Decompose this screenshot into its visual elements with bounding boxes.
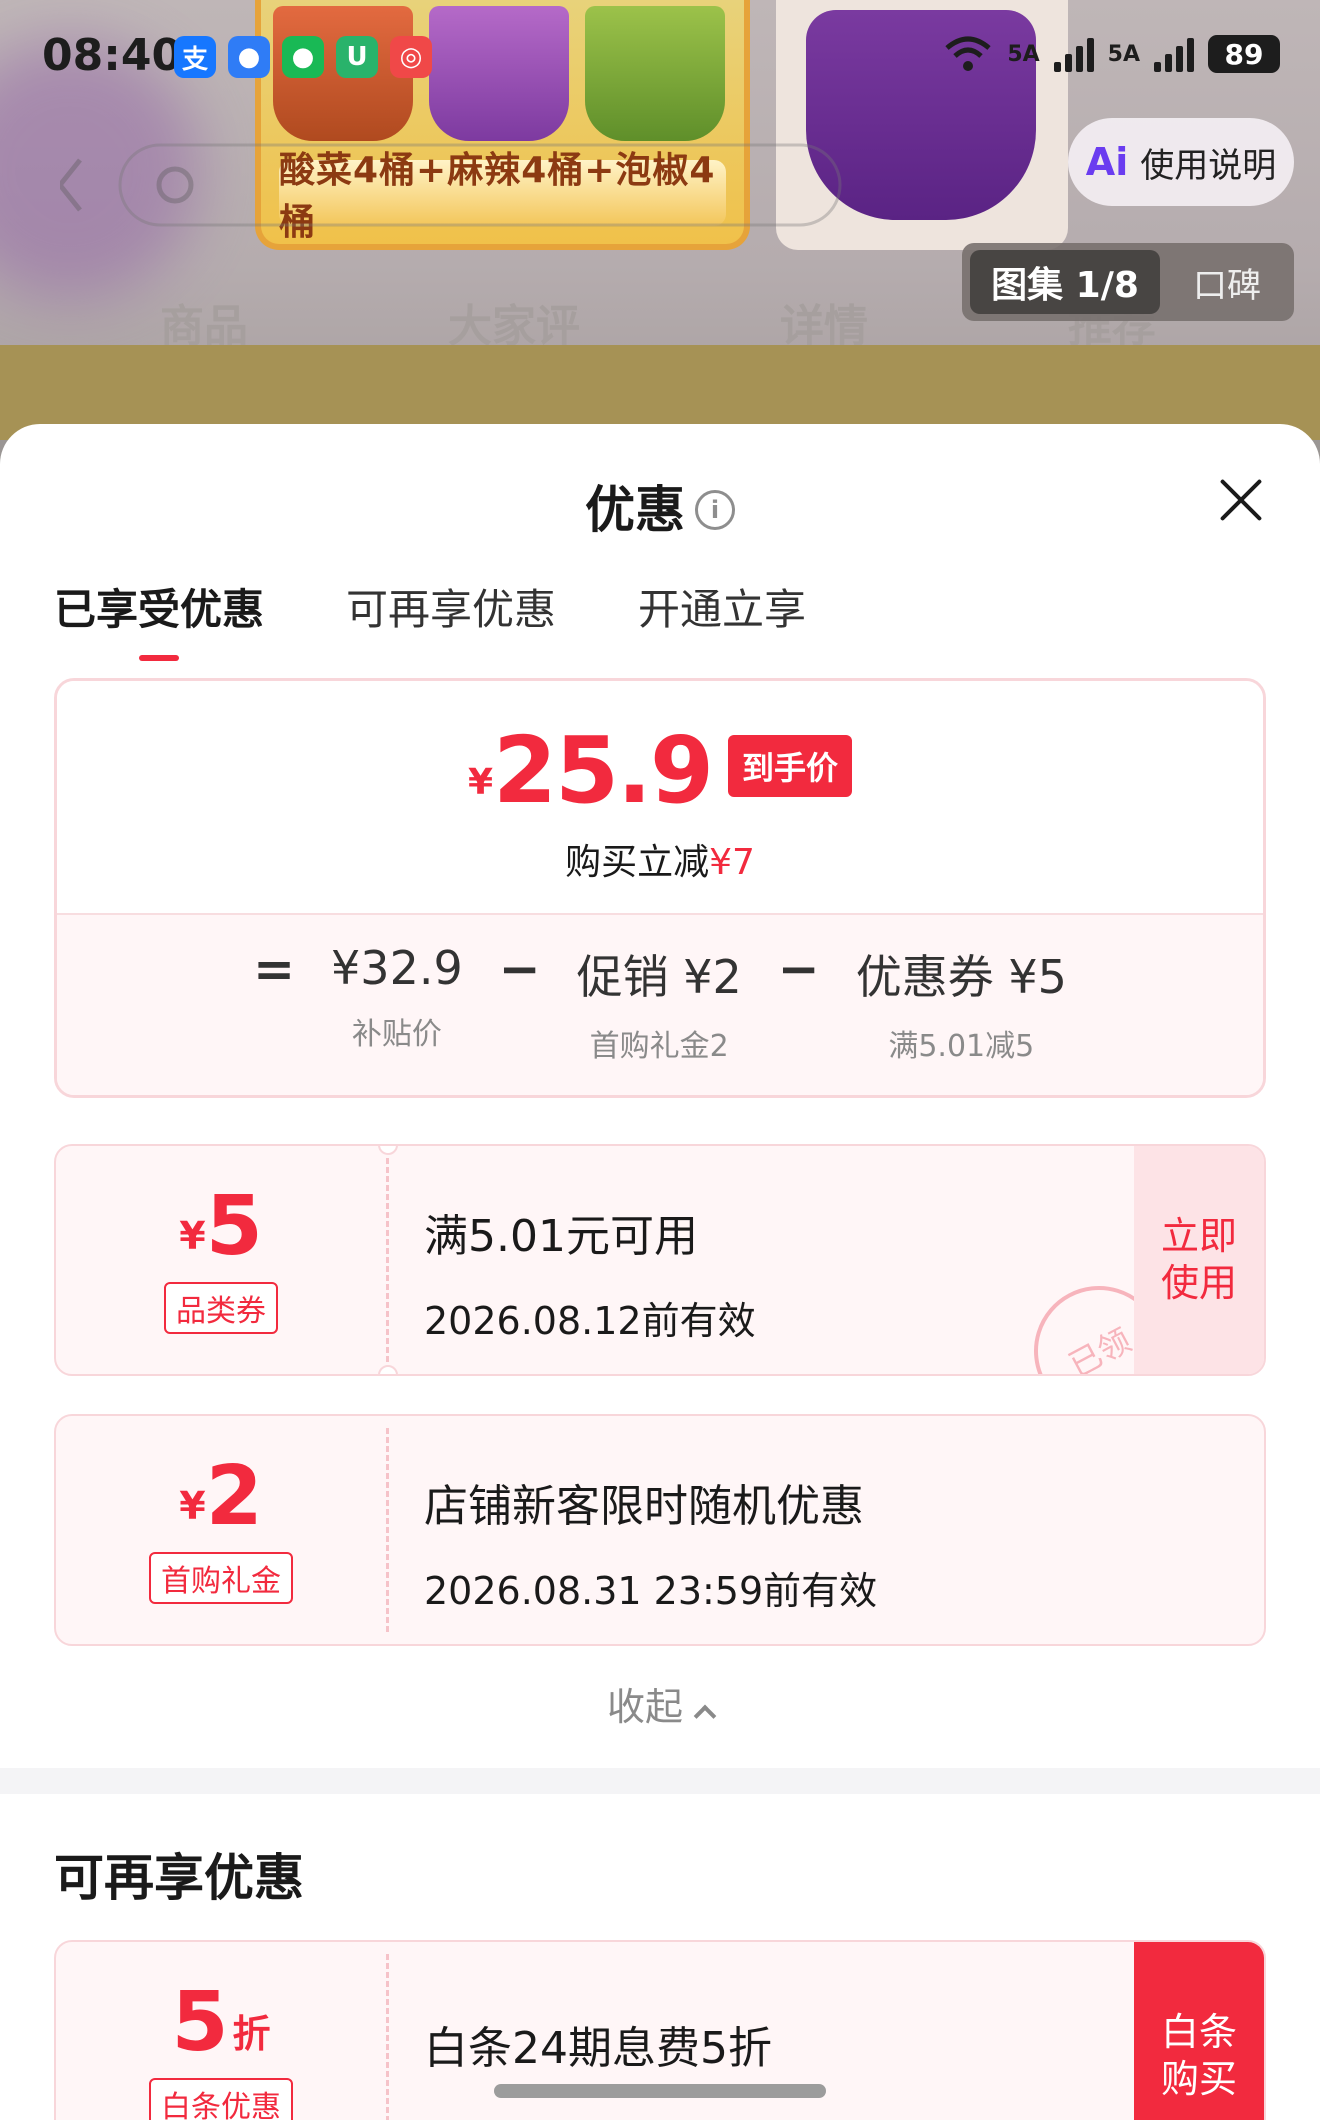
- final-price-area: ¥ 25.9 到手价 购买立减¥7: [57, 681, 1263, 913]
- collapse-label: 收起: [606, 1685, 683, 1729]
- gallery-tab[interactable]: 图集 1/8: [970, 250, 1160, 314]
- saving-amount: ¥7: [709, 842, 755, 883]
- signal-bars-icon: [1154, 36, 1194, 72]
- coupon-amount-value: 2: [205, 1449, 263, 1544]
- coupon-info: 白条24期息费5折: [424, 2012, 772, 2076]
- currency-symbol: ¥: [467, 762, 494, 803]
- coupon-divider: [386, 1428, 389, 1632]
- coupon-amount: ¥ 2: [179, 1456, 263, 1538]
- coupon-amount-area: ¥ 2 首购礼金: [56, 1416, 386, 1644]
- chevron-up-icon: [693, 1704, 717, 1728]
- subsidy-label: 补贴价: [351, 1017, 442, 1052]
- collapse-button[interactable]: 收起: [0, 1676, 1320, 1731]
- info-icon[interactable]: i: [695, 489, 735, 530]
- minus-sign: −: [777, 940, 820, 998]
- tab-enjoyed[interactable]: 已享受优惠: [54, 576, 264, 661]
- coupon-amount-area: ¥ 5 品类券: [56, 1146, 386, 1374]
- equals-sign: =: [253, 940, 296, 998]
- coupon-expiry: 2026.08.12前有效: [424, 1299, 756, 1343]
- price-breakdown: = ¥32.9 补贴价 − 促销 ¥2 首购礼金2 − 优惠券 ¥5 满5.01…: [57, 913, 1263, 1095]
- ai-icon: Ai: [1085, 140, 1129, 184]
- coupon-type-tag: 白条优惠: [149, 2078, 293, 2120]
- coupon-amount-area: 5 折 白条优惠: [56, 1942, 386, 2120]
- coupon-divider: [386, 1954, 389, 2120]
- baitiao-buy-button[interactable]: 白条 购买: [1134, 1942, 1264, 2120]
- first-purchase-gift-card: ¥ 2 首购礼金 店铺新客限时随机优惠 2026.08.31 23:59前有效: [54, 1414, 1266, 1646]
- subsidy-part: ¥32.9 补贴价: [331, 941, 463, 1053]
- price-summary-card: ¥ 25.9 到手价 购买立减¥7 = ¥32.9 补贴价 − 促销 ¥2 首购…: [54, 678, 1266, 1098]
- coupon-info: 满5.01元可用 2026.08.12前有效: [424, 1200, 756, 1345]
- subsidy-price: ¥32.9: [331, 941, 463, 995]
- discount-sheet: 优惠 i 已享受优惠 可再享优惠 开通立享 ¥ 25.9 到手价 购买立减¥7 =…: [0, 424, 1320, 2120]
- app-notification-icon: ◎: [390, 36, 432, 78]
- minus-sign: −: [498, 940, 541, 998]
- app-notification-icon: U: [336, 36, 378, 78]
- sheet-header: 优惠 i: [0, 424, 1320, 574]
- signal-label: 5A: [1107, 41, 1140, 67]
- saving-prefix: 购买立减: [565, 842, 710, 883]
- coupon-notch: [378, 1365, 398, 1374]
- message-icon: ●: [228, 36, 270, 78]
- battery-icon: 89: [1208, 35, 1280, 73]
- coupon-condition: 满5.01元可用: [424, 1211, 698, 1262]
- currency-symbol: ¥: [179, 1484, 206, 1528]
- ai-guide-button[interactable]: Ai 使用说明: [1068, 118, 1294, 206]
- use-now-button[interactable]: 立即 使用: [1134, 1146, 1264, 1374]
- sheet-title-text: 优惠: [585, 481, 685, 539]
- promo-part: 促销 ¥2 首购礼金2: [577, 941, 742, 1065]
- coupon-label: 满5.01减5: [888, 1029, 1035, 1064]
- final-price-line: ¥ 25.9 到手价: [57, 725, 1263, 817]
- alipay-icon: 支: [174, 36, 216, 78]
- wifi-icon: [945, 36, 991, 71]
- price-formula: = ¥32.9 补贴价 − 促销 ¥2 首购礼金2 − 优惠券 ¥5 满5.01…: [57, 941, 1263, 1065]
- coupon-type-tag: 品类券: [164, 1282, 278, 1334]
- final-price: 25.9: [493, 717, 714, 824]
- back-and-search-icon: [56, 143, 842, 227]
- signal-bars-icon: [1053, 36, 1094, 72]
- coupon-amount-value: 5: [205, 1179, 263, 1274]
- status-time: 08:40: [42, 30, 183, 81]
- coupon-condition: 白条24期息费5折: [424, 2023, 772, 2074]
- coupon-info: 店铺新客限时随机优惠 2026.08.31 23:59前有效: [424, 1470, 877, 1615]
- gallery-switch[interactable]: 图集 1/8 口碑: [962, 243, 1294, 321]
- promo-value: 促销 ¥2: [576, 950, 742, 1004]
- discount-tabs: 已享受优惠 可再享优惠 开通立享: [54, 576, 806, 661]
- coupon-amount: ¥ 5: [179, 1186, 263, 1268]
- promo-label: 首购礼金2: [589, 1029, 729, 1064]
- coupon-condition: 店铺新客限时随机优惠: [424, 1481, 864, 1532]
- discount-unit: 折: [232, 2012, 271, 2056]
- coupon-type-tag: 首购礼金: [149, 1552, 293, 1604]
- discount-value: 5: [171, 1975, 229, 2070]
- coupon-value: 优惠券 ¥5: [855, 950, 1067, 1004]
- reviews-tab[interactable]: 口碑: [1160, 258, 1294, 307]
- coupon-part: 优惠券 ¥5 满5.01减5: [856, 941, 1067, 1065]
- currency-symbol: ¥: [179, 1214, 206, 1258]
- saving-text: 购买立减¥7: [57, 833, 1263, 885]
- tab-activate[interactable]: 开通立享: [638, 576, 806, 661]
- home-indicator[interactable]: [494, 2084, 826, 2098]
- sheet-title: 优惠 i: [0, 470, 1320, 542]
- section-gap: [0, 1768, 1320, 1794]
- more-discounts-title: 可再享优惠: [54, 1849, 304, 1907]
- status-bar: 08:40 支 ● ● U ◎ 5A 5A 89: [0, 0, 1320, 110]
- category-coupon-card: ¥ 5 品类券 满5.01元可用 2026.08.12前有效 已领 立即 使用: [54, 1144, 1266, 1376]
- final-price-badge: 到手价: [728, 735, 853, 797]
- top-nav-faded: [56, 140, 1160, 230]
- wechat-icon: ●: [282, 36, 324, 78]
- ai-guide-label: 使用说明: [1140, 145, 1277, 186]
- coupon-expiry: 2026.08.31 23:59前有效: [424, 1569, 878, 1613]
- coupon-amount: 5 折: [171, 1982, 270, 2064]
- close-icon[interactable]: [1218, 476, 1264, 522]
- tab-more-available[interactable]: 可再享优惠: [346, 576, 556, 661]
- system-indicators: 5A 5A 89: [943, 34, 1280, 74]
- coupon-divider: [386, 1158, 389, 1362]
- signal-label: 5A: [1007, 41, 1040, 67]
